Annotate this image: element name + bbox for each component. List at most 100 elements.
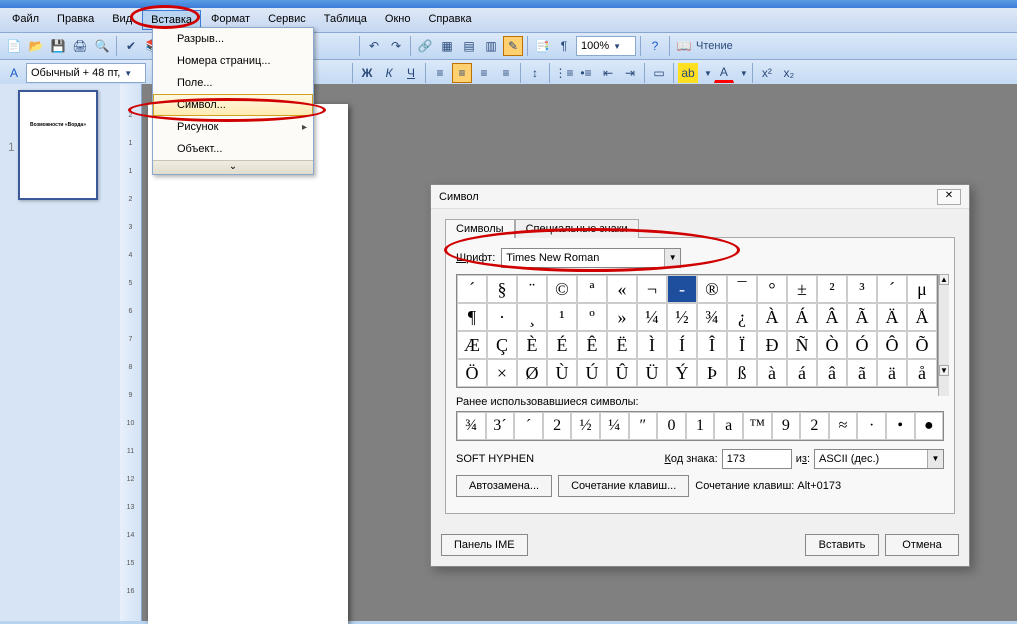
menu-view[interactable]: Вид — [104, 10, 140, 30]
recent-char-cell[interactable]: 3´ — [486, 412, 515, 440]
redo-icon[interactable]: ↷ — [386, 36, 406, 56]
bullist-icon[interactable]: •≡ — [576, 63, 596, 83]
char-cell[interactable]: Ê — [577, 331, 607, 359]
styles-icon[interactable]: A — [4, 63, 24, 83]
char-cell[interactable]: Ô — [877, 331, 907, 359]
help-icon[interactable]: ? — [645, 36, 665, 56]
align-left-icon[interactable]: ≡ — [430, 63, 450, 83]
char-cell[interactable]: Ó — [847, 331, 877, 359]
char-cell[interactable]: ¶ — [457, 303, 487, 331]
page-thumbnail[interactable]: Возможности «Ворда» — [18, 90, 98, 200]
reading-label[interactable]: Чтение — [696, 40, 733, 52]
char-cell[interactable]: ² — [817, 275, 847, 303]
char-cell[interactable]: ¯ — [727, 275, 757, 303]
char-cell[interactable]: Ü — [637, 359, 667, 387]
underline-icon[interactable]: Ч — [401, 63, 421, 83]
char-cell[interactable]: ¬ — [637, 275, 667, 303]
save-icon[interactable]: 💾 — [48, 36, 68, 56]
char-cell[interactable]: Â — [817, 303, 847, 331]
char-cell[interactable]: ± — [787, 275, 817, 303]
char-cell[interactable]: ã — [847, 359, 877, 387]
char-cell[interactable]: È — [517, 331, 547, 359]
char-cell[interactable]: ¿ — [727, 303, 757, 331]
char-cell[interactable]: Ã — [847, 303, 877, 331]
menu-page-numbers[interactable]: Номера страниц... — [153, 50, 313, 72]
align-right-icon[interactable]: ≡ — [474, 63, 494, 83]
spell-icon[interactable]: ✔ — [121, 36, 141, 56]
char-cell[interactable]: Î — [697, 331, 727, 359]
char-cell[interactable]: ¹ — [547, 303, 577, 331]
recent-char-cell[interactable]: · — [857, 412, 886, 440]
recent-char-cell[interactable]: ½ — [571, 412, 600, 440]
fontcolor-icon[interactable]: A — [714, 63, 734, 83]
char-cell[interactable]: ½ — [667, 303, 697, 331]
recent-char-cell[interactable]: 2 — [543, 412, 572, 440]
char-cell[interactable]: ³ — [847, 275, 877, 303]
char-cell[interactable]: Æ — [457, 331, 487, 359]
recent-char-cell[interactable]: • — [886, 412, 915, 440]
char-cell[interactable]: Ý — [667, 359, 697, 387]
char-cell[interactable]: Õ — [907, 331, 937, 359]
bold-icon[interactable]: Ж — [357, 63, 377, 83]
undo-icon[interactable]: ↶ — [364, 36, 384, 56]
indent-icon[interactable]: ⇥ — [620, 63, 640, 83]
menu-picture[interactable]: Рисунок — [153, 116, 313, 138]
menu-expand[interactable]: ⌄ — [153, 160, 313, 174]
char-cell[interactable]: - — [667, 275, 697, 303]
char-cell[interactable]: ´ — [877, 275, 907, 303]
char-cell[interactable]: ® — [697, 275, 727, 303]
char-cell[interactable]: Û — [607, 359, 637, 387]
close-button[interactable]: ✕ — [937, 189, 961, 205]
table-icon[interactable]: ▦ — [437, 36, 457, 56]
menu-table[interactable]: Таблица — [316, 10, 375, 30]
char-cell[interactable]: Í — [667, 331, 697, 359]
char-cell[interactable]: Ò — [817, 331, 847, 359]
char-cell[interactable]: º — [577, 303, 607, 331]
char-cell[interactable]: ¾ — [697, 303, 727, 331]
document-page[interactable] — [148, 104, 348, 624]
style-select[interactable]: Обычный + 48 пт,▼ — [26, 63, 146, 83]
char-cell[interactable]: Ö — [457, 359, 487, 387]
italic-icon[interactable]: К — [379, 63, 399, 83]
menu-break[interactable]: Разрыв... — [153, 28, 313, 50]
char-cell[interactable]: » — [607, 303, 637, 331]
preview-icon[interactable]: 🔍 — [92, 36, 112, 56]
autocorrect-button[interactable]: Автозамена... — [456, 475, 552, 497]
subscript-icon[interactable]: x₂ — [779, 63, 799, 83]
scrollbar[interactable]: ▲ ▼ — [938, 274, 949, 396]
cancel-button[interactable]: Отмена — [885, 534, 959, 556]
dropdown-arrow-icon[interactable]: ▼ — [927, 450, 943, 468]
outdent-icon[interactable]: ⇤ — [598, 63, 618, 83]
char-cell[interactable]: Þ — [697, 359, 727, 387]
char-cell[interactable]: Ï — [727, 331, 757, 359]
align-justify-icon[interactable]: ≡ — [496, 63, 516, 83]
char-cell[interactable]: ª — [577, 275, 607, 303]
docmap-icon[interactable]: 📑 — [532, 36, 552, 56]
tab-symbols[interactable]: Символы — [445, 219, 515, 238]
char-cell[interactable]: μ — [907, 275, 937, 303]
char-cell[interactable]: ¼ — [637, 303, 667, 331]
recent-char-cell[interactable]: 1 — [686, 412, 715, 440]
columns-icon[interactable]: ▥ — [481, 36, 501, 56]
menu-symbol[interactable]: Символ... — [153, 94, 313, 116]
menu-help[interactable]: Справка — [420, 10, 479, 30]
char-cell[interactable]: â — [817, 359, 847, 387]
numlist-icon[interactable]: ⋮≡ — [554, 63, 574, 83]
char-cell[interactable]: à — [757, 359, 787, 387]
menu-window[interactable]: Окно — [377, 10, 419, 30]
recent-char-cell[interactable]: ¼ — [600, 412, 629, 440]
char-cell[interactable]: Ë — [607, 331, 637, 359]
recent-char-cell[interactable]: ¾ — [457, 412, 486, 440]
char-cell[interactable]: Ø — [517, 359, 547, 387]
drawing-icon[interactable]: ✎ — [503, 36, 523, 56]
char-cell[interactable]: ¸ — [517, 303, 547, 331]
code-input[interactable] — [722, 449, 792, 469]
recent-char-cell[interactable]: ≈ — [829, 412, 858, 440]
char-cell[interactable]: Ð — [757, 331, 787, 359]
char-cell[interactable]: Ù — [547, 359, 577, 387]
char-cell[interactable]: Ì — [637, 331, 667, 359]
linespace-icon[interactable]: ↕ — [525, 63, 545, 83]
font-combo[interactable]: Times New Roman ▼ — [501, 248, 681, 268]
from-combo[interactable]: ASCII (дес.) ▼ — [814, 449, 944, 469]
char-cell[interactable]: Ç — [487, 331, 517, 359]
